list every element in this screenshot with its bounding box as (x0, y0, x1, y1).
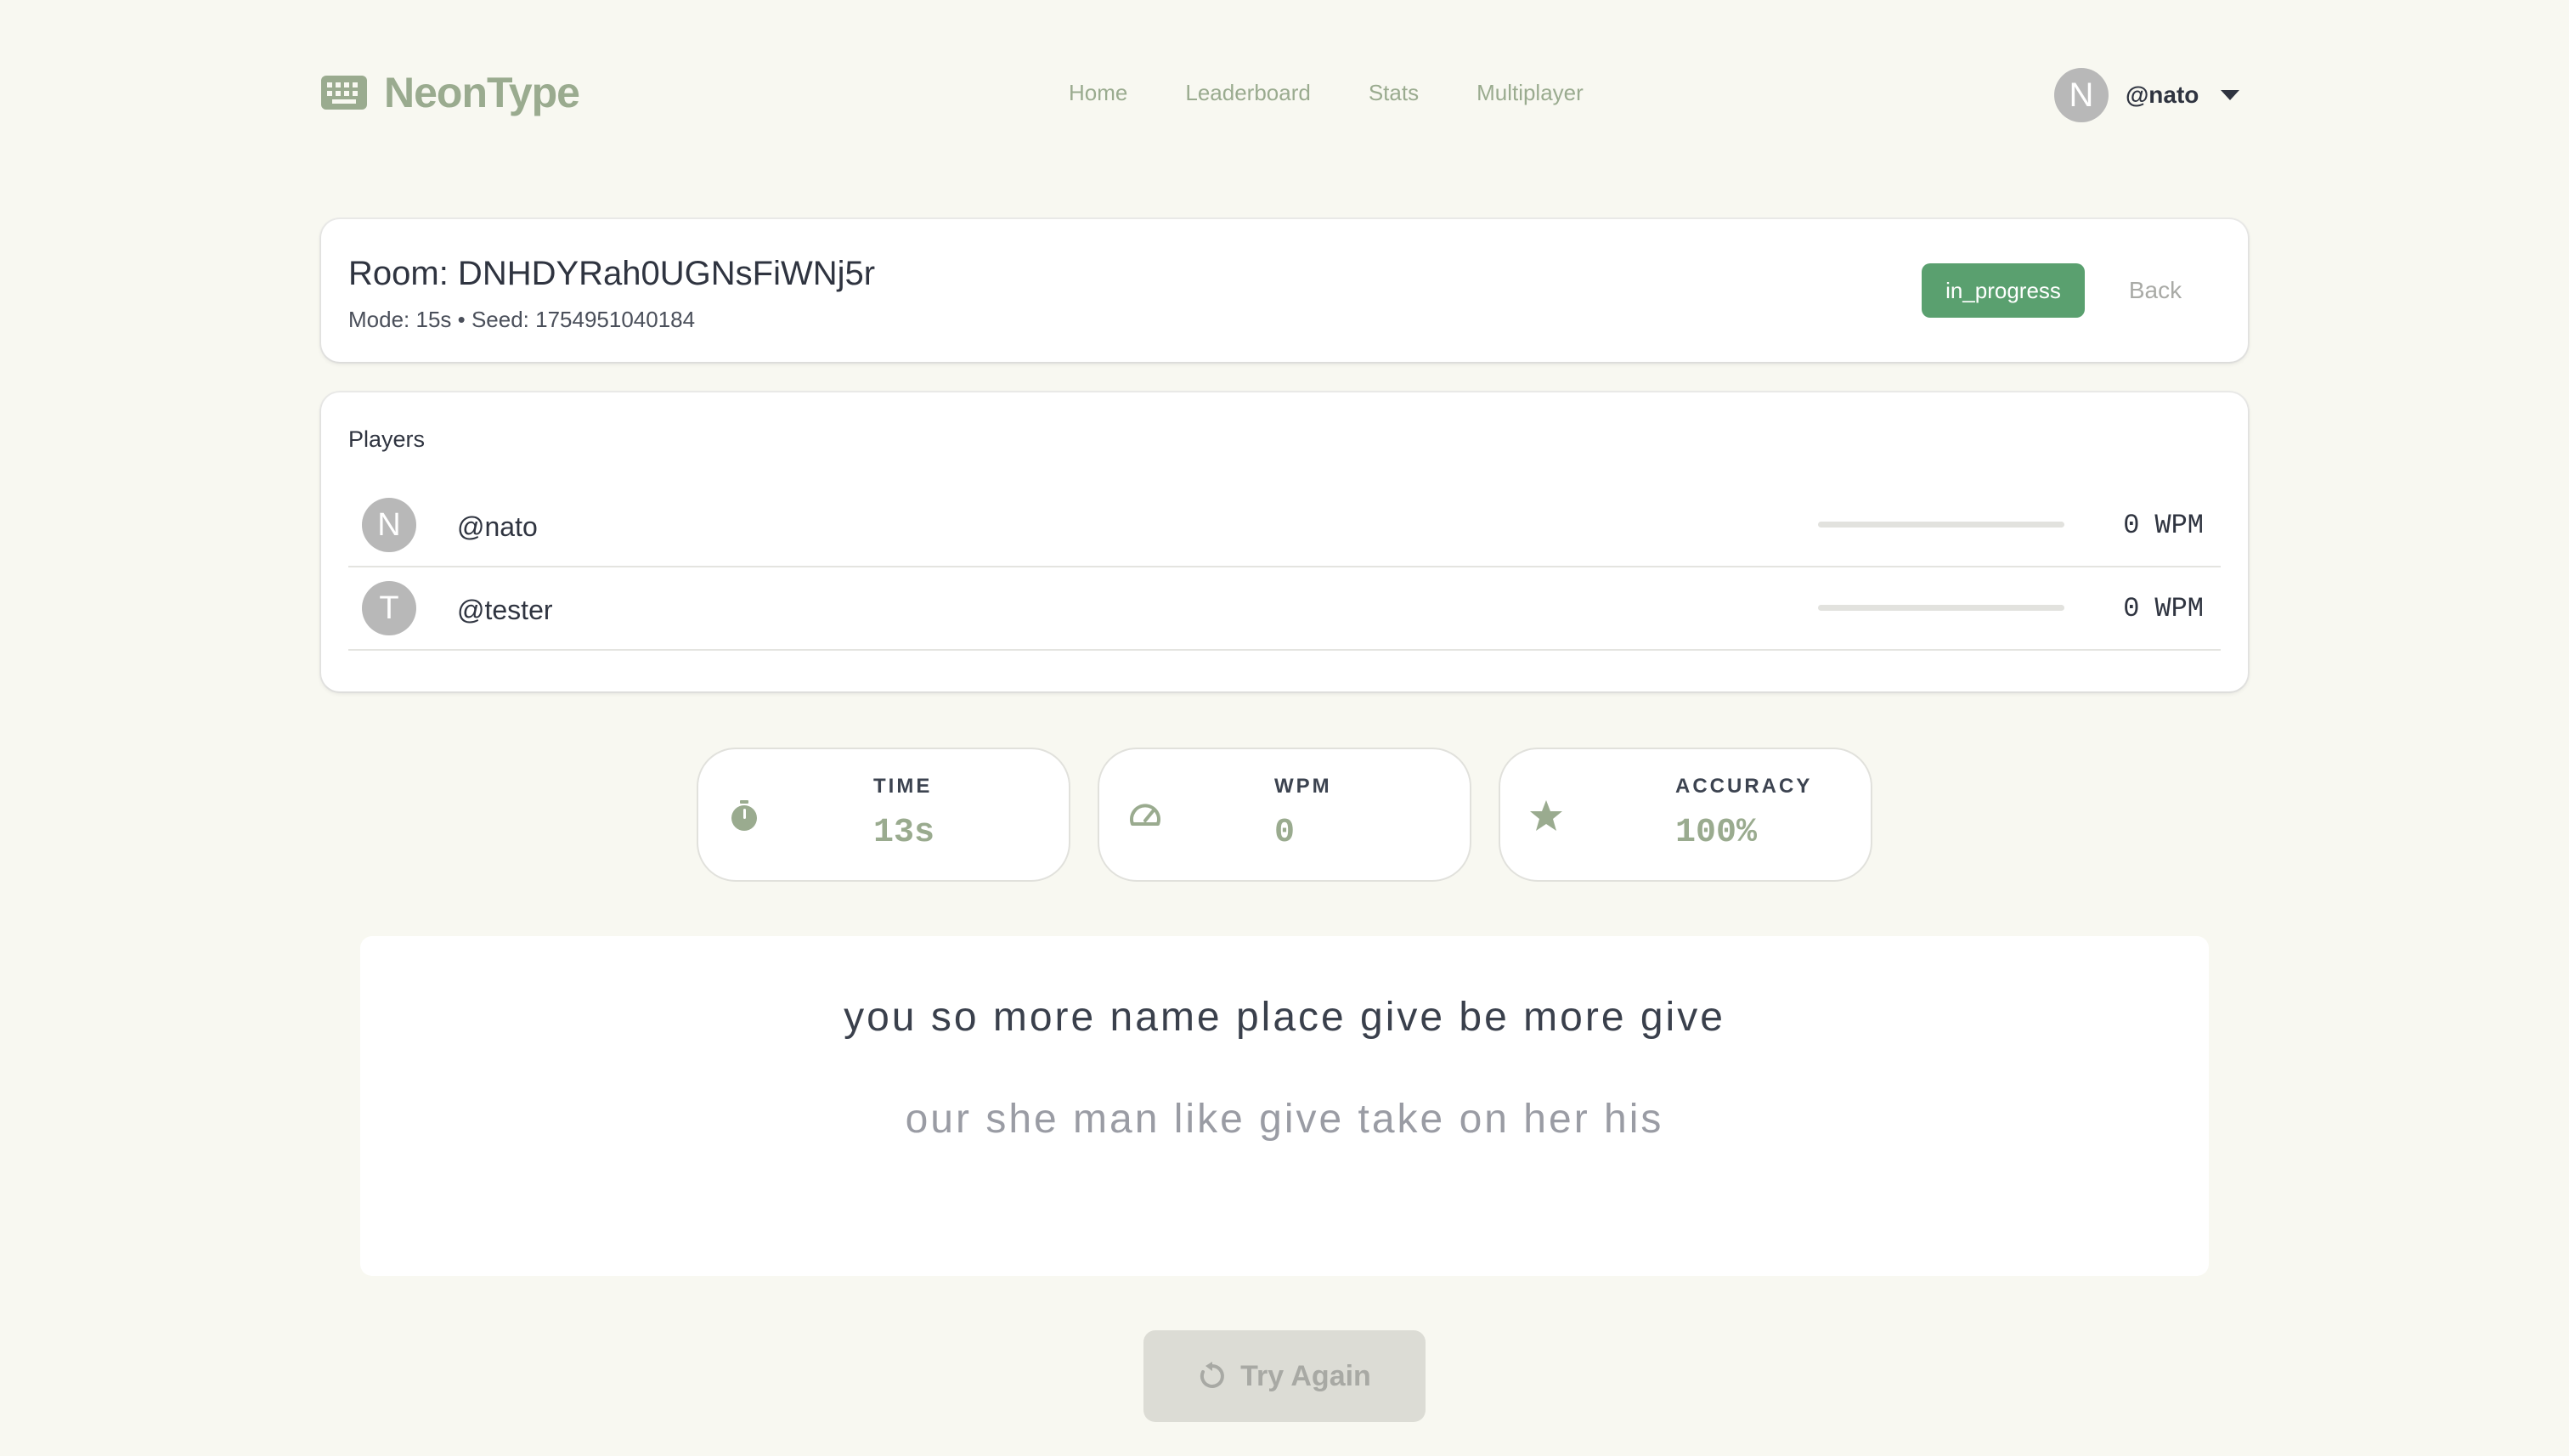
avatar: T (362, 581, 416, 635)
stat-value: 13s (873, 814, 935, 852)
stat-label: WPM (1274, 775, 1332, 798)
stat-wpm: WPM 0 (1098, 748, 1471, 882)
player-wpm-unit: WPM (2154, 593, 2204, 624)
restart-icon (1198, 1362, 1227, 1391)
room-title: Room: DNHDYRah0UGNsFiWNj5r (348, 255, 876, 292)
player-wpm: 0 WPM (2093, 593, 2204, 624)
player-wpm-value: 0 (2123, 510, 2140, 541)
stat-accuracy: ACCURACY 100% (1499, 748, 1872, 882)
player-name: @tester (457, 595, 553, 625)
chevron-down-icon[interactable] (2221, 90, 2240, 100)
avatar: N (362, 498, 416, 552)
try-again-button[interactable]: Try Again (1143, 1330, 1426, 1422)
typing-area[interactable]: you so more name place give be more give… (360, 936, 2209, 1276)
top-header: NeonType Home Leaderboard Stats Multipla… (0, 0, 2569, 195)
player-name: @nato (457, 511, 538, 542)
user-handle: @nato (2126, 82, 2199, 108)
app-name: NeonType (384, 69, 580, 116)
nav-home[interactable]: Home (1069, 80, 1127, 106)
stat-label: ACCURACY (1675, 775, 1813, 798)
speedometer-icon (1128, 799, 1162, 832)
main-nav: Home Leaderboard Stats Multiplayer (1069, 80, 1641, 106)
try-again-label: Try Again (1240, 1359, 1371, 1392)
player-row: N @nato 0 WPM (348, 484, 2221, 567)
player-row: T @tester 0 WPM (348, 567, 2221, 651)
stat-time: TIME 13s (697, 748, 1070, 882)
stat-label: TIME (873, 775, 933, 798)
back-button[interactable]: Back (2103, 263, 2207, 318)
stat-value: 0 (1274, 814, 1296, 852)
player-wpm-unit: WPM (2154, 510, 2204, 541)
stat-value: 100% (1675, 814, 1758, 852)
players-card: Players N @nato 0 WPM T @tester 0 WPM (321, 392, 2248, 691)
player-wpm-value: 0 (2123, 593, 2140, 624)
user-menu[interactable]: N @nato (2054, 68, 2240, 122)
nav-stats[interactable]: Stats (1369, 80, 1419, 106)
upcoming-words-line: our she man like give take on her his (905, 1097, 1664, 1142)
current-words-line: you so more name place give be more give (844, 995, 1725, 1040)
players-heading: Players (348, 426, 426, 452)
star-icon (1529, 799, 1563, 832)
nav-leaderboard[interactable]: Leaderboard (1185, 80, 1310, 106)
room-card: Room: DNHDYRah0UGNsFiWNj5r Mode: 15s • S… (321, 219, 2248, 362)
stopwatch-icon (727, 799, 761, 832)
room-subtitle: Mode: 15s • Seed: 1754951040184 (348, 307, 696, 332)
status-badge: in_progress (1922, 263, 2085, 318)
nav-multiplayer[interactable]: Multiplayer (1476, 80, 1584, 106)
player-wpm: 0 WPM (2093, 510, 2204, 541)
player-progress-bar (1818, 522, 2064, 528)
user-avatar: N (2054, 68, 2109, 122)
player-progress-bar (1818, 605, 2064, 611)
keyboard-icon (321, 76, 367, 110)
logo[interactable]: NeonType (321, 68, 580, 117)
